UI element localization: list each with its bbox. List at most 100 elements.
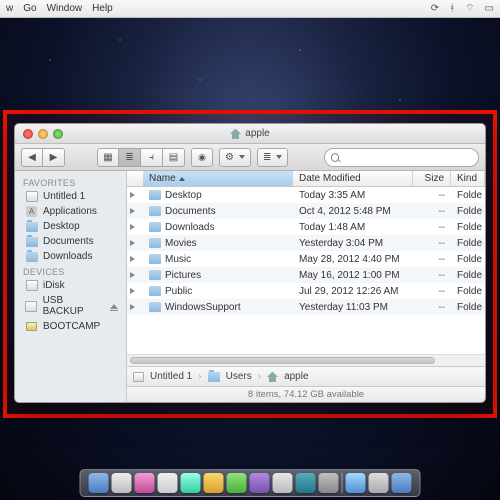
wifi-icon[interactable]: ⌔: [465, 2, 474, 15]
battery-icon[interactable]: ▭: [485, 3, 494, 14]
file-date: Jul 29, 2012 12:26 AM: [293, 286, 413, 297]
folder-icon: [149, 286, 161, 296]
table-row[interactable]: MoviesYesterday 3:04 PM--Folde: [127, 235, 485, 251]
disclosure-triangle-icon[interactable]: [130, 256, 135, 262]
path-segment[interactable]: Untitled 1: [150, 371, 192, 382]
dock-item[interactable]: [227, 473, 247, 493]
file-name: Desktop: [165, 190, 202, 201]
file-size: --: [413, 302, 451, 313]
dock-item[interactable]: [204, 473, 224, 493]
close-button[interactable]: [23, 129, 33, 139]
sidebar-item[interactable]: BOOTCAMP: [15, 319, 126, 334]
column-name[interactable]: Name: [143, 171, 293, 186]
folder-icon: [149, 270, 161, 280]
menu-item[interactable]: Help: [92, 3, 113, 14]
search-input[interactable]: [343, 152, 472, 163]
file-size: --: [413, 286, 451, 297]
action-menu-button[interactable]: [219, 148, 251, 167]
dock-item[interactable]: [346, 473, 366, 493]
file-date: Today 1:48 AM: [293, 222, 413, 233]
dock-item[interactable]: [181, 473, 201, 493]
dock-item[interactable]: [112, 473, 132, 493]
sync-icon[interactable]: ⟳: [431, 3, 439, 14]
zoom-button[interactable]: [53, 129, 63, 139]
column-date[interactable]: Date Modified: [293, 171, 413, 186]
column-headers: Name Date Modified Size Kind: [127, 171, 485, 187]
icon-view-button[interactable]: ▦: [97, 148, 119, 167]
back-button[interactable]: ◀: [21, 148, 43, 167]
minimize-button[interactable]: [38, 129, 48, 139]
coverflow-view-button[interactable]: ▤: [163, 148, 185, 167]
horizontal-scrollbar[interactable]: [127, 354, 485, 366]
path-segment[interactable]: apple: [284, 371, 308, 382]
sidebar-item[interactable]: Desktop: [15, 219, 126, 234]
search-field[interactable]: [324, 148, 479, 167]
dock-item[interactable]: [89, 473, 109, 493]
finder-window: apple ◀ ▶ ▦ ≣ ⫞ ▤ ≣: [14, 123, 486, 403]
chevron-down-icon: [239, 155, 245, 159]
folder-icon: [26, 237, 38, 247]
disclosure-triangle-icon[interactable]: [130, 304, 135, 310]
folder-icon: [149, 302, 161, 312]
table-row[interactable]: PicturesMay 16, 2012 1:00 PM--Folde: [127, 267, 485, 283]
window-titlebar[interactable]: apple: [15, 124, 485, 144]
path-segment[interactable]: Users: [226, 371, 252, 382]
file-kind: Folde: [451, 302, 485, 313]
dock-item[interactable]: [319, 473, 339, 493]
folder-icon: [149, 206, 161, 216]
table-row[interactable]: DesktopToday 3:35 AM--Folde: [127, 187, 485, 203]
bluetooth-icon[interactable]: ᚼ: [449, 3, 455, 14]
folder-icon: [149, 190, 161, 200]
disclosure-triangle-icon[interactable]: [130, 224, 135, 230]
sidebar-item[interactable]: iDisk: [15, 278, 126, 293]
dock-item[interactable]: [296, 473, 316, 493]
sidebar-item[interactable]: Downloads: [15, 249, 126, 264]
table-row[interactable]: DocumentsOct 4, 2012 5:48 PM--Folde: [127, 203, 485, 219]
list-view-button[interactable]: ≣: [119, 148, 141, 167]
sidebar-item[interactable]: Documents: [15, 234, 126, 249]
file-date: Oct 4, 2012 5:48 PM: [293, 206, 413, 217]
forward-button[interactable]: ▶: [43, 148, 65, 167]
dock-item[interactable]: [392, 473, 412, 493]
file-name: Documents: [165, 206, 216, 217]
eject-icon[interactable]: [110, 304, 118, 309]
file-name: WindowsSupport: [165, 302, 241, 313]
table-row[interactable]: MusicMay 28, 2012 4:40 PM--Folde: [127, 251, 485, 267]
dock-item[interactable]: [158, 473, 178, 493]
folder-icon: [149, 222, 161, 232]
disclosure-triangle-icon[interactable]: [130, 208, 135, 214]
dock-item[interactable]: [369, 473, 389, 493]
dock-item[interactable]: [273, 473, 293, 493]
dock-item[interactable]: [135, 473, 155, 493]
table-row[interactable]: PublicJul 29, 2012 12:26 AM--Folde: [127, 283, 485, 299]
column-size[interactable]: Size: [413, 171, 451, 186]
sidebar-item[interactable]: Untitled 1: [15, 189, 126, 204]
file-name: Movies: [165, 238, 197, 249]
arrange-menu-button[interactable]: ≣: [257, 148, 288, 167]
column-kind[interactable]: Kind: [451, 171, 485, 186]
table-row[interactable]: DownloadsToday 1:48 AM--Folde: [127, 219, 485, 235]
system-menubar: w Go Window Help ⟳ ᚼ ⌔ ▭: [0, 0, 500, 18]
drive-icon: [26, 322, 37, 331]
disclosure-triangle-icon[interactable]: [130, 288, 135, 294]
disclosure-triangle-icon[interactable]: [130, 272, 135, 278]
dock-item[interactable]: [250, 473, 270, 493]
menu-item[interactable]: w: [6, 3, 13, 14]
file-size: --: [413, 238, 451, 249]
folder-icon: [26, 252, 38, 262]
file-size: --: [413, 254, 451, 265]
file-kind: Folde: [451, 190, 485, 201]
menu-item[interactable]: Go: [23, 3, 36, 14]
disclosure-triangle-icon[interactable]: [130, 192, 135, 198]
sidebar-item[interactable]: Applications: [15, 204, 126, 219]
file-kind: Folde: [451, 222, 485, 233]
disclosure-triangle-icon[interactable]: [130, 240, 135, 246]
menu-item[interactable]: Window: [47, 3, 83, 14]
file-kind: Folde: [451, 254, 485, 265]
table-row[interactable]: WindowsSupportYesterday 11:03 PM--Folde: [127, 299, 485, 315]
sidebar-item[interactable]: USB BACKUP: [15, 293, 126, 319]
column-view-button[interactable]: ⫞: [141, 148, 163, 167]
scrollbar-thumb[interactable]: [130, 357, 435, 364]
file-date: May 16, 2012 1:00 PM: [293, 270, 413, 281]
quicklook-button[interactable]: [191, 148, 213, 167]
